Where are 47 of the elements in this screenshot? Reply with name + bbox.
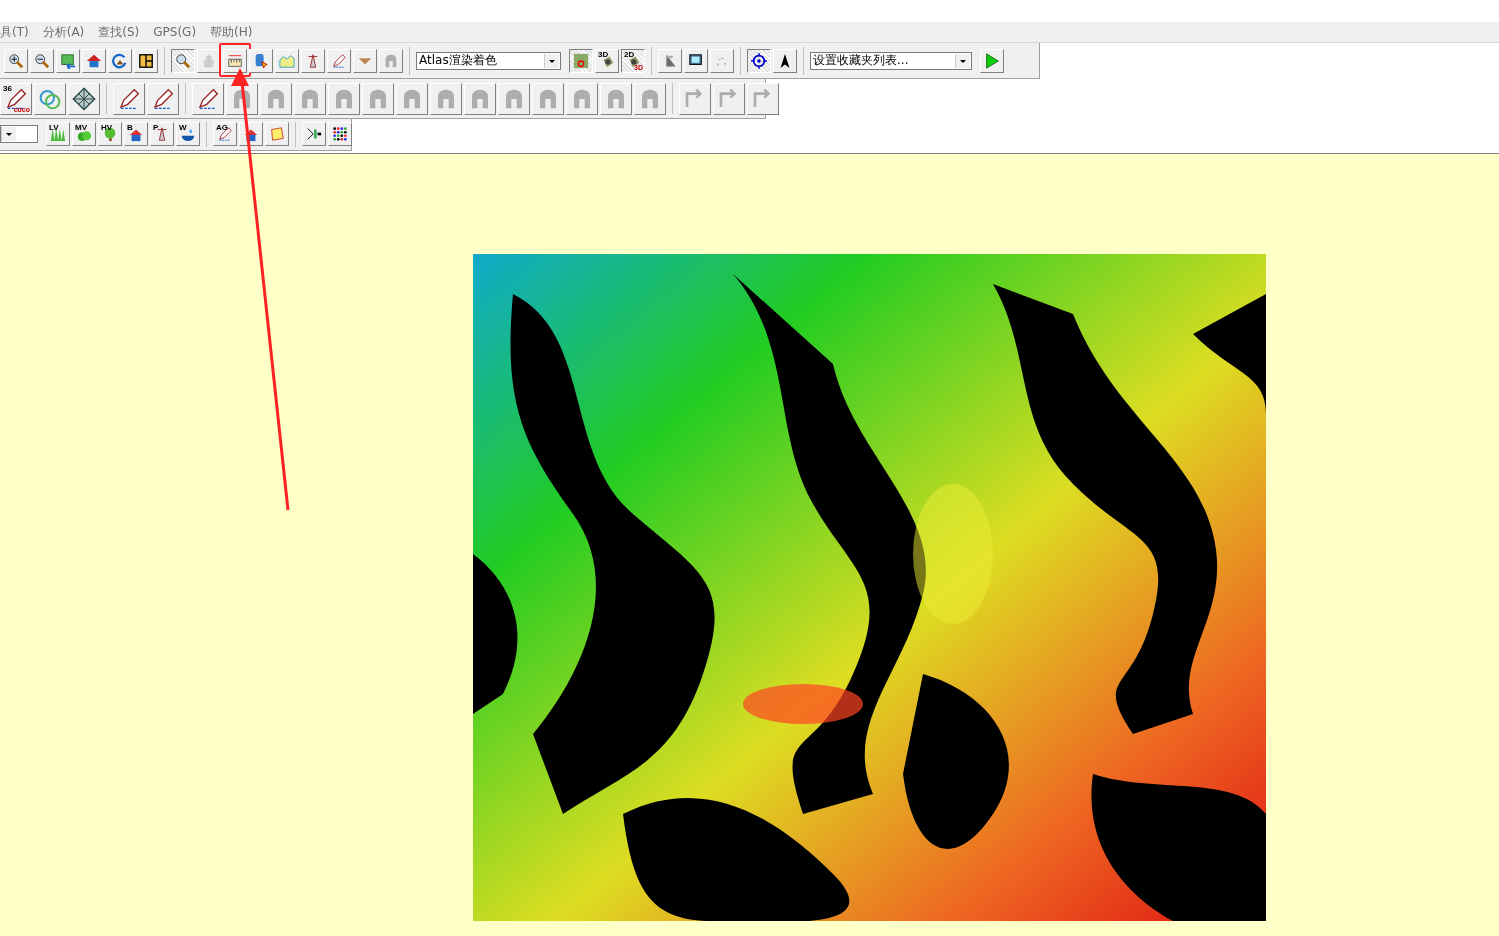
- refresh-icon: [112, 52, 128, 69]
- terrain-icon: [573, 52, 589, 69]
- grid-icon: [72, 86, 96, 111]
- dots-icon: [332, 126, 348, 143]
- ruler-icon: [227, 52, 243, 69]
- toolbar-button[interactable]: B: [124, 122, 148, 147]
- menu-item[interactable]: 分析(A): [42, 23, 85, 41]
- caret-icon: [544, 53, 559, 68]
- home-icon: [86, 52, 102, 69]
- toolbar-button[interactable]: LV: [46, 122, 70, 147]
- filter-icon: [306, 126, 322, 143]
- caret-icon: [1, 127, 16, 142]
- pencil-icon: [117, 86, 141, 111]
- map-icon: [60, 52, 76, 69]
- toolbar-button[interactable]: 3D: [595, 48, 619, 73]
- pencil-icon: [217, 126, 233, 143]
- zoom-in-icon: [8, 52, 24, 69]
- info-icon: [253, 52, 269, 69]
- layout-icon: [138, 52, 154, 69]
- toolbar-button[interactable]: P: [150, 122, 174, 147]
- menu-item[interactable]: 查找(S): [98, 23, 140, 41]
- magnifier-icon: [175, 52, 191, 69]
- zoom-out-icon: [34, 52, 50, 69]
- play-icon: [984, 52, 1000, 69]
- polygon-icon: [269, 126, 285, 143]
- toolbar-button[interactable]: AG: [213, 122, 237, 147]
- arch-icon: [383, 52, 399, 69]
- menu-item[interactable]: GPS(G): [153, 25, 197, 39]
- dropdown-field[interactable]: 设置收藏夹列表...: [810, 51, 972, 70]
- tree-icon: [102, 126, 118, 143]
- dropdown-field[interactable]: [0, 125, 38, 144]
- pencil-icon: [4, 86, 28, 111]
- toolbar-button[interactable]: [747, 48, 771, 73]
- dropdown-field[interactable]: Atlas渲染着色: [416, 51, 561, 70]
- hand-icon: [201, 52, 217, 69]
- toolbar-button[interactable]: MV: [72, 122, 96, 147]
- pencil-icon: [196, 86, 220, 111]
- water-icon: [180, 126, 196, 143]
- target-icon: [751, 52, 767, 69]
- menu-item[interactable]: 帮助(H): [210, 23, 253, 41]
- toolbar-button[interactable]: W: [176, 122, 200, 147]
- menu-item[interactable]: 具(T): [0, 23, 29, 41]
- chart-icon: [279, 52, 295, 69]
- pencil-icon: [331, 52, 347, 69]
- pencil-icon: [151, 86, 175, 111]
- toolbar-button[interactable]: HV: [98, 122, 122, 147]
- caret-icon: [955, 53, 970, 68]
